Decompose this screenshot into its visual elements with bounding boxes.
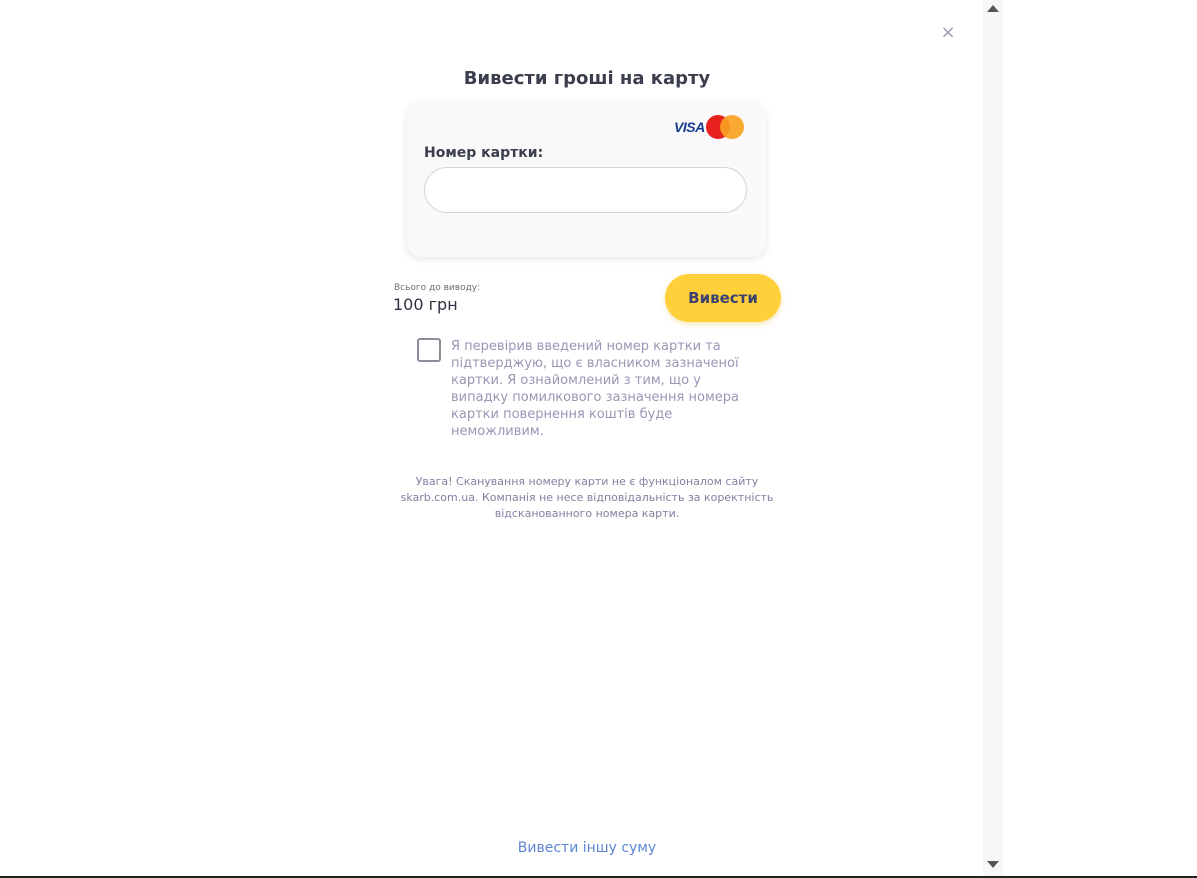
mastercard-logo-icon-overlay [720,115,744,139]
confirm-text: Я перевірив введений номер картки та під… [451,339,739,439]
total-amount: 100 грн [393,295,458,314]
card-number-input[interactable] [424,167,747,213]
card-form: VISA Номер картки: [407,102,766,257]
withdraw-button[interactable]: Вивести [665,274,781,322]
total-caption: Всього до виводу: [394,283,481,293]
vertical-scrollbar[interactable] [983,0,1003,876]
card-logos: VISA [674,114,746,140]
visa-logo-icon: VISA [674,119,705,135]
scroll-down-icon[interactable] [987,861,999,868]
withdraw-modal: × Вивести гроші на карту VISA Номер карт… [0,0,983,876]
close-icon[interactable]: × [940,24,956,42]
confirm-checkbox[interactable] [417,338,441,362]
page: × Вивести гроші на карту VISA Номер карт… [0,0,1197,878]
card-number-label: Номер картки: [424,145,544,161]
scan-notice: Увага! Сканування номеру карти не є функ… [400,475,774,520]
scroll-up-icon[interactable] [987,5,999,12]
